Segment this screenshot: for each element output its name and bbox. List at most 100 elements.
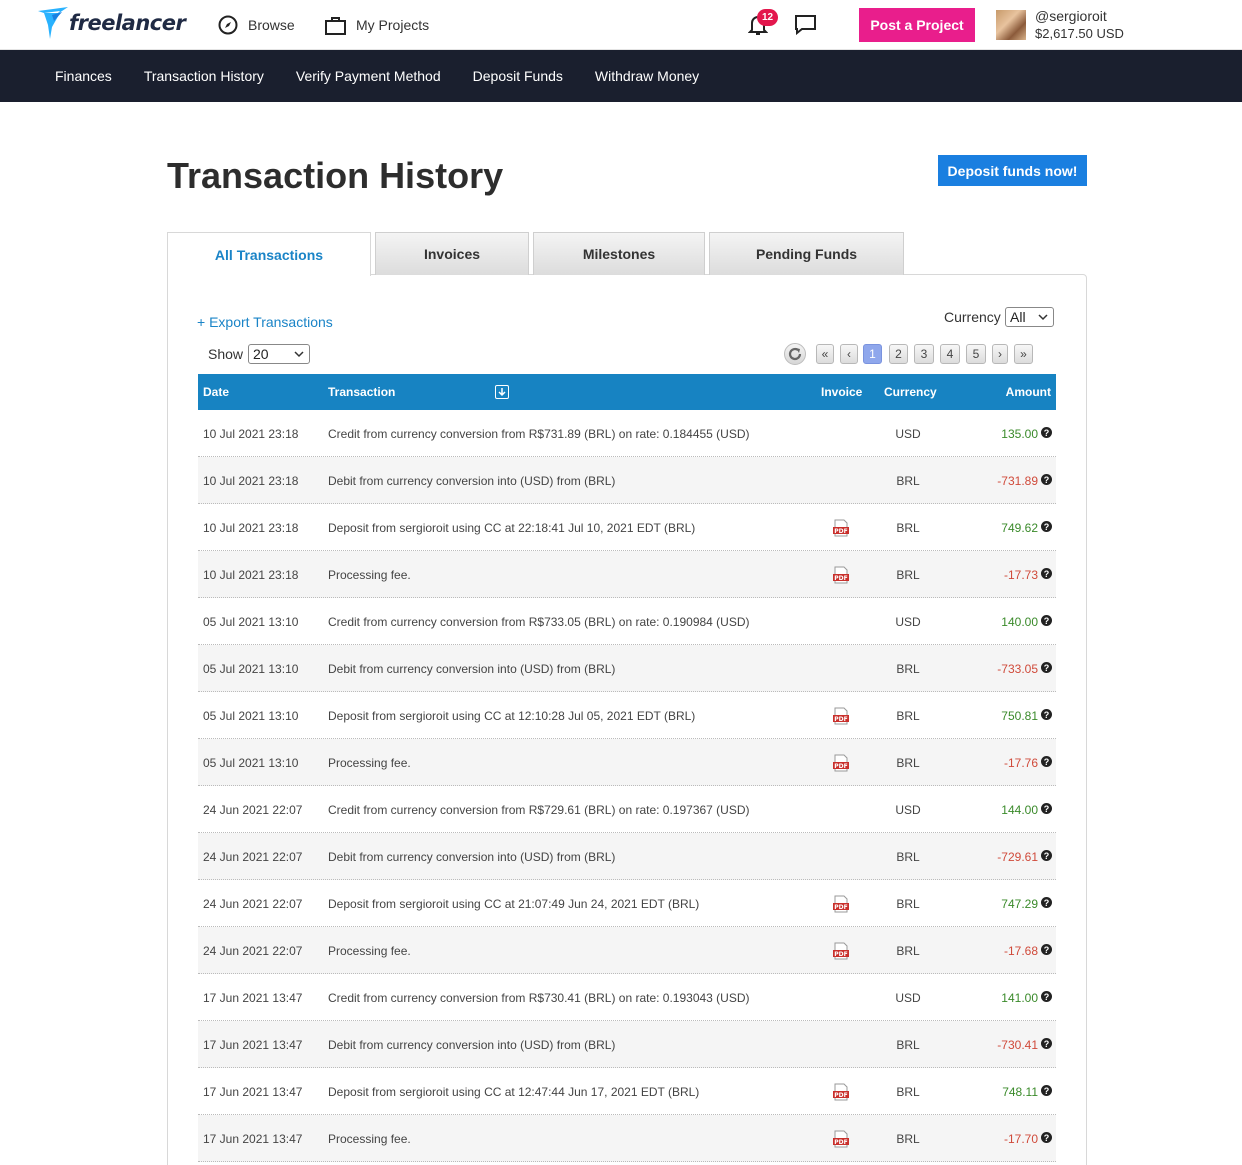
- bird-logo-icon: [38, 7, 68, 39]
- header-currency[interactable]: Currency: [884, 385, 937, 399]
- pdf-invoice-icon[interactable]: PDF: [833, 707, 849, 725]
- row-date: 10 Jul 2021 23:18: [203, 521, 299, 535]
- pdf-invoice-icon[interactable]: PDF: [833, 519, 849, 537]
- subnav-finances[interactable]: Finances: [39, 68, 128, 84]
- browse-label: Browse: [248, 17, 295, 33]
- help-icon[interactable]: ?: [1041, 803, 1052, 814]
- row-transaction: Processing fee.: [328, 568, 411, 582]
- help-icon[interactable]: ?: [1041, 709, 1052, 720]
- page-4-button[interactable]: 4: [940, 344, 960, 364]
- export-transactions-link[interactable]: + Export Transactions: [197, 314, 333, 330]
- pdf-invoice-icon[interactable]: PDF: [833, 566, 849, 584]
- tab-invoices[interactable]: Invoices: [375, 232, 529, 275]
- page-3-button[interactable]: 3: [914, 344, 934, 364]
- page-2-button[interactable]: 2: [889, 344, 908, 364]
- row-currency: BRL: [896, 474, 920, 488]
- row-amount: 141.00: [1001, 991, 1038, 1005]
- row-transaction: Debit from currency conversion into (USD…: [328, 850, 616, 864]
- help-icon[interactable]: ?: [1041, 756, 1052, 767]
- row-currency: USD: [895, 803, 921, 817]
- header-invoice[interactable]: Invoice: [821, 385, 862, 399]
- row-date: 05 Jul 2021 13:10: [203, 756, 299, 770]
- tab-all-transactions[interactable]: All Transactions: [167, 232, 371, 276]
- help-icon[interactable]: ?: [1041, 615, 1052, 626]
- row-amount: -733.05: [997, 662, 1038, 676]
- row-transaction: Debit from currency conversion into (USD…: [328, 662, 616, 676]
- help-icon[interactable]: ?: [1041, 521, 1052, 532]
- subnav-transaction-history[interactable]: Transaction History: [128, 68, 280, 84]
- my-projects-link[interactable]: My Projects: [325, 0, 429, 50]
- refresh-button[interactable]: [784, 343, 806, 365]
- page-1-button[interactable]: 1: [863, 344, 882, 364]
- currency-value: All: [1010, 309, 1026, 325]
- help-icon[interactable]: ?: [1041, 944, 1052, 955]
- row-amount: -17.76: [1003, 756, 1038, 770]
- row-date: 24 Jun 2021 22:07: [203, 850, 303, 864]
- table-header: Date Transaction Invoice Currency Amount: [198, 374, 1056, 410]
- notification-badge: 12: [757, 9, 778, 26]
- page-prev-button[interactable]: ‹: [840, 344, 858, 364]
- sort-down-icon[interactable]: [495, 385, 509, 399]
- svg-text:PDF: PDF: [834, 1139, 847, 1146]
- row-transaction: Credit from currency conversion from R$7…: [328, 991, 750, 1005]
- page-title: Transaction History: [167, 155, 504, 196]
- chevron-down-icon: [294, 351, 304, 358]
- header-amount[interactable]: Amount: [1006, 385, 1051, 399]
- deposit-funds-button[interactable]: Deposit funds now!: [938, 155, 1087, 186]
- row-amount: -731.89: [997, 474, 1038, 488]
- browse-link[interactable]: Browse: [218, 0, 295, 50]
- row-currency: BRL: [896, 1132, 920, 1146]
- help-icon[interactable]: ?: [1041, 568, 1052, 579]
- subnav-verify-payment-method[interactable]: Verify Payment Method: [280, 68, 457, 84]
- currency-select[interactable]: All: [1005, 307, 1054, 327]
- help-icon[interactable]: ?: [1041, 897, 1052, 908]
- currency-label: Currency: [944, 309, 1001, 325]
- pdf-invoice-icon[interactable]: PDF: [833, 895, 849, 913]
- page-5-button[interactable]: 5: [966, 344, 986, 364]
- tab-milestones[interactable]: Milestones: [533, 232, 705, 275]
- subnav-withdraw-money[interactable]: Withdraw Money: [579, 68, 715, 84]
- row-currency: BRL: [896, 944, 920, 958]
- row-amount: -17.73: [1003, 568, 1038, 582]
- row-currency: BRL: [896, 1038, 920, 1052]
- help-icon[interactable]: ?: [1041, 1085, 1052, 1096]
- freelancer-logo[interactable]: freelancer: [38, 7, 186, 39]
- row-amount: -17.68: [1003, 944, 1038, 958]
- subnav-deposit-funds[interactable]: Deposit Funds: [457, 68, 579, 84]
- username[interactable]: @sergioroit: [1035, 8, 1107, 24]
- row-transaction: Credit from currency conversion from R$7…: [328, 615, 750, 629]
- table-row: 10 Jul 2021 23:18 Deposit from sergioroit…: [198, 504, 1056, 551]
- pdf-invoice-icon[interactable]: PDF: [833, 942, 849, 960]
- pdf-invoice-icon[interactable]: PDF: [833, 754, 849, 772]
- page-first-button[interactable]: «: [816, 344, 834, 364]
- help-icon[interactable]: ?: [1041, 474, 1052, 485]
- avatar[interactable]: [996, 10, 1026, 40]
- chevron-down-icon: [1038, 314, 1048, 321]
- help-icon[interactable]: ?: [1041, 1132, 1052, 1143]
- help-icon[interactable]: ?: [1041, 427, 1052, 438]
- row-amount: 144.00: [1001, 803, 1038, 817]
- refresh-icon: [788, 347, 802, 361]
- row-currency: BRL: [896, 709, 920, 723]
- help-icon[interactable]: ?: [1041, 1038, 1052, 1049]
- tab-pending-funds[interactable]: Pending Funds: [709, 232, 904, 275]
- help-icon[interactable]: ?: [1041, 662, 1052, 673]
- row-currency: USD: [895, 615, 921, 629]
- help-icon[interactable]: ?: [1041, 991, 1052, 1002]
- row-amount: -730.41: [997, 1038, 1038, 1052]
- post-project-button[interactable]: Post a Project: [859, 8, 975, 42]
- row-currency: BRL: [896, 850, 920, 864]
- header-date[interactable]: Date: [203, 385, 229, 399]
- chat-icon[interactable]: [794, 14, 817, 35]
- pdf-invoice-icon[interactable]: PDF: [833, 1130, 849, 1148]
- show-count-select[interactable]: 20: [248, 344, 310, 364]
- pdf-invoice-icon[interactable]: PDF: [833, 1083, 849, 1101]
- row-transaction: Credit from currency conversion from R$7…: [328, 803, 750, 817]
- header-transaction[interactable]: Transaction: [328, 385, 395, 399]
- row-transaction: Processing fee.: [328, 756, 411, 770]
- page-last-button[interactable]: »: [1014, 344, 1033, 364]
- page-next-button[interactable]: ›: [992, 344, 1008, 364]
- row-currency: BRL: [896, 1085, 920, 1099]
- row-currency: BRL: [896, 897, 920, 911]
- help-icon[interactable]: ?: [1041, 850, 1052, 861]
